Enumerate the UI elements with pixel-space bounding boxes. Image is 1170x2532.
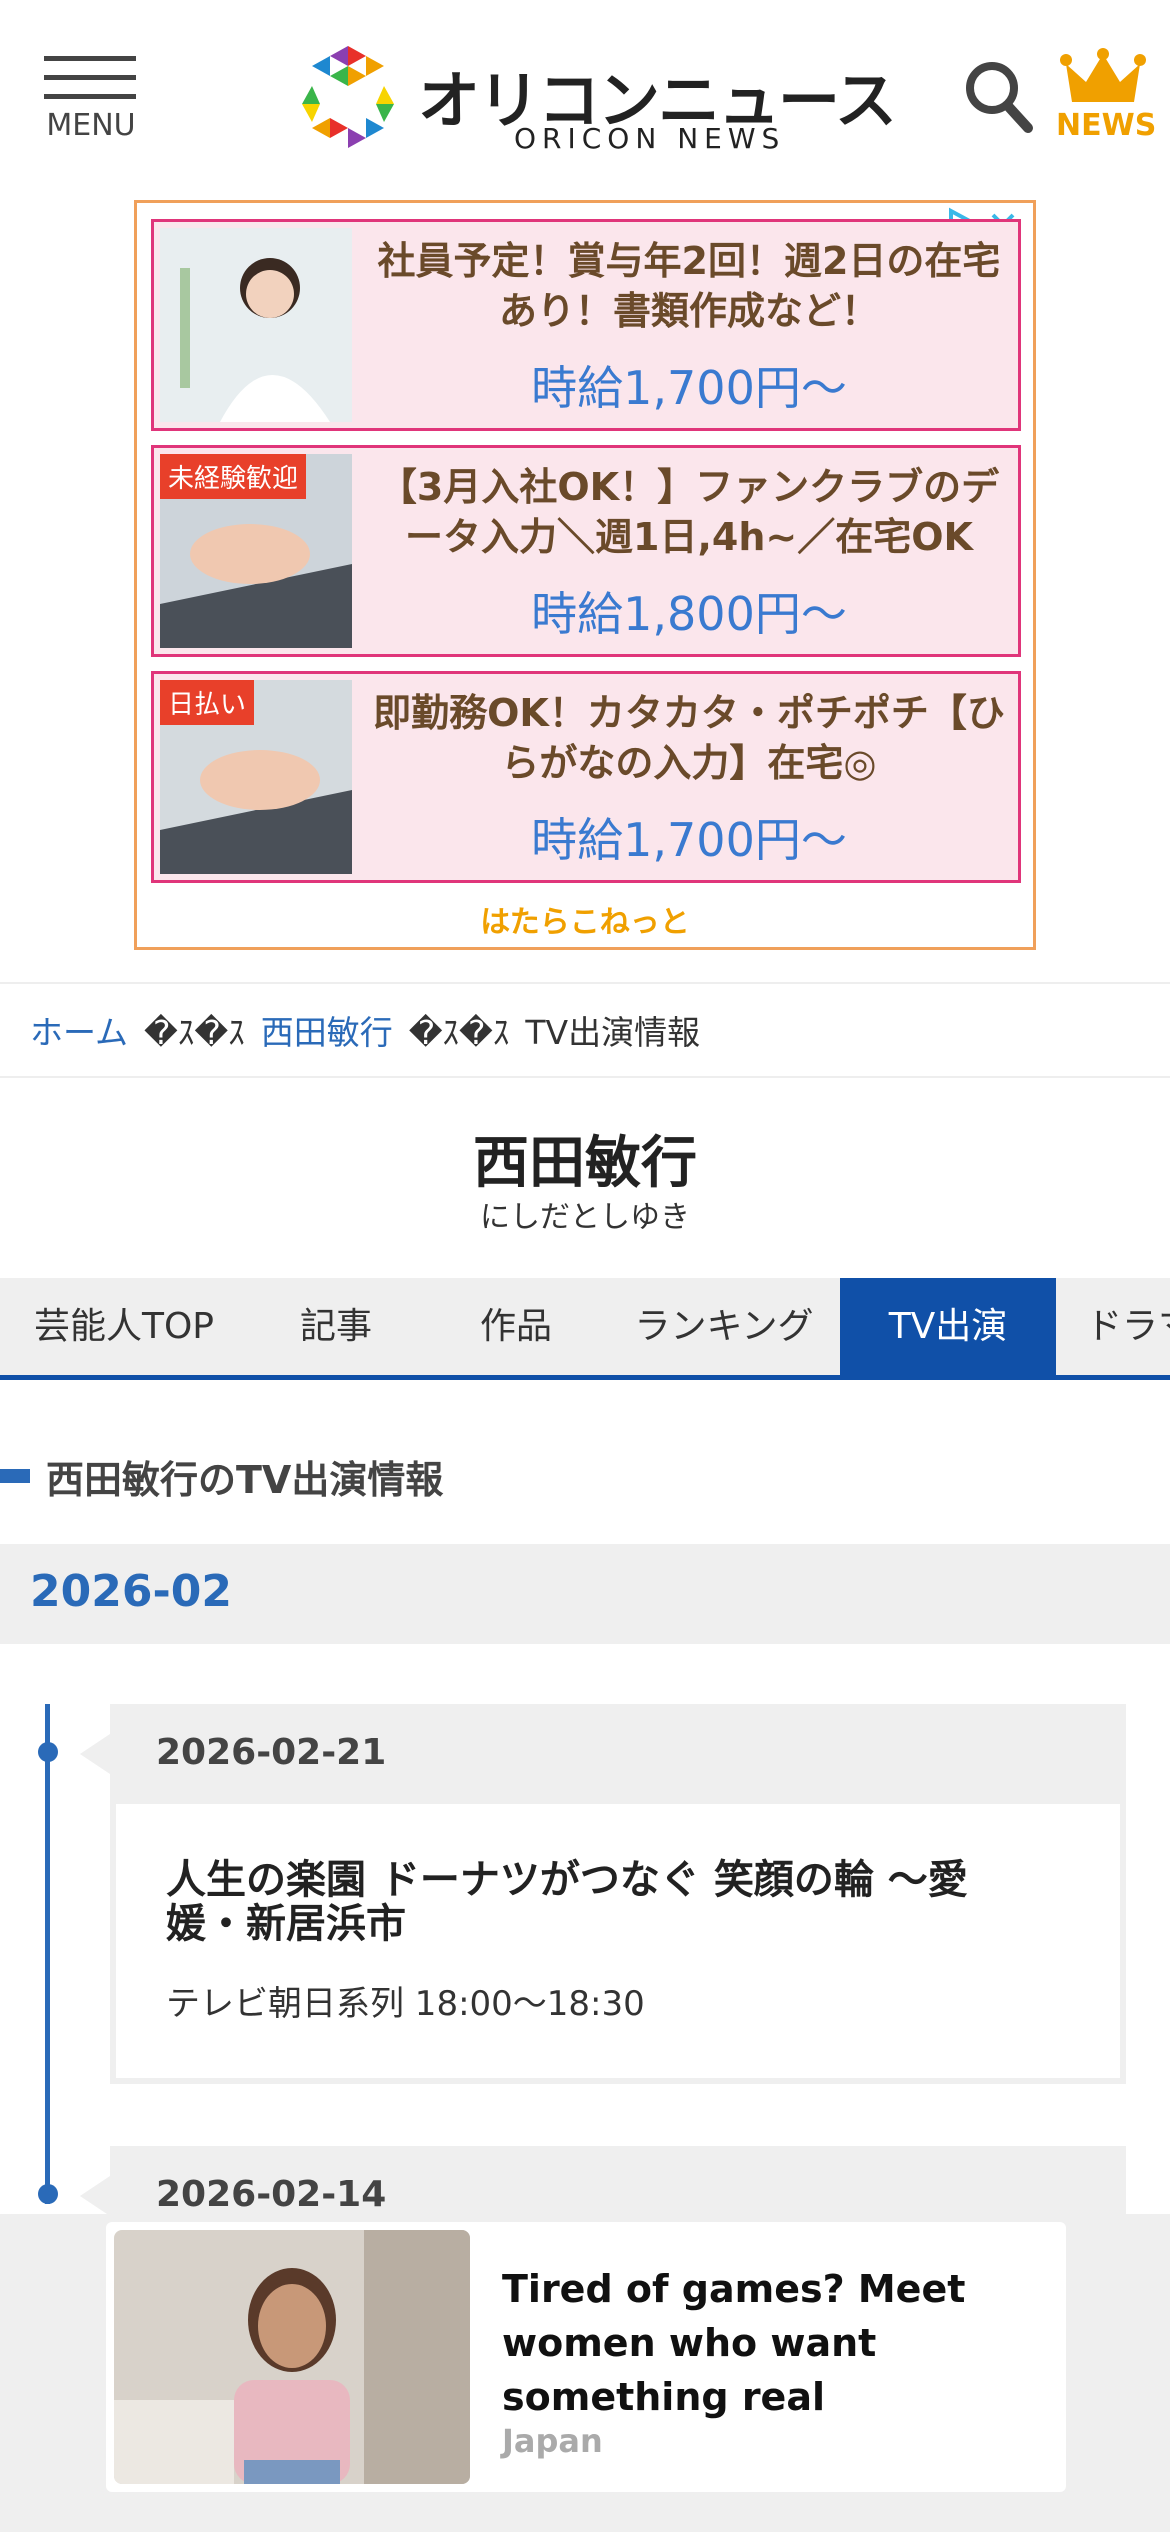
ad-price: 時給1,700円～ xyxy=(531,813,847,867)
month-label: 2026-02 xyxy=(30,1566,232,1617)
tab-drama[interactable]: ドラマ xyxy=(1056,1278,1170,1375)
timeline-dot xyxy=(38,2184,58,2204)
news-ranking-button[interactable]: NEWS xyxy=(1056,48,1157,144)
section-marker xyxy=(0,1469,30,1483)
ad-image: 日払い xyxy=(160,680,352,874)
entry-broadcast-info: テレビ朝日系列 18:00～18:30 xyxy=(166,1984,645,2024)
tab-top[interactable]: 芸能人TOP xyxy=(0,1278,248,1375)
breadcrumb-separator: �ｽ�ｽ xyxy=(408,1013,510,1052)
profile-tabs: 芸能人TOP 記事 作品 ランキング TV出演 ドラマ xyxy=(0,1278,1170,1380)
breadcrumb-person[interactable]: 西田敏行 xyxy=(261,1006,393,1054)
timeline-dot xyxy=(38,1742,58,1762)
ad-image xyxy=(160,228,352,422)
tv-entry-card[interactable]: 人生の楽園 ドーナツがつなぐ 笑顔の輪 ～愛媛・新居浜市 テレビ朝日系列 18:… xyxy=(110,1804,1126,2084)
tab-articles[interactable]: 記事 xyxy=(248,1278,424,1375)
search-button[interactable] xyxy=(962,56,1036,136)
hamburger-icon xyxy=(44,56,138,99)
entry-date: 2026-02-21 xyxy=(156,1732,387,1773)
page-title: 西田敏行 xyxy=(473,1131,697,1196)
menu-label: MENU xyxy=(46,108,136,143)
ad-item[interactable]: 日払い 即勤務OK！カタカタ・ポチポチ【ひらがなの入力】在宅◎ 時給1,700円… xyxy=(151,671,1021,883)
entry-date-header: 2026-02-21 xyxy=(80,1704,1126,1804)
ad-image: 未経験歓迎 xyxy=(160,454,352,648)
ad-text: 社員予定！賞与年2回！週2日の在宅あり！書類作成など！ xyxy=(377,239,1001,333)
page-subtitle-kana: にしだとしゆき xyxy=(480,1200,690,1235)
timeline-line xyxy=(45,1704,50,2204)
breadcrumb-current: TV出演情報 xyxy=(525,1013,701,1052)
sticky-ad-bar: Tired of games? Meet women who want some… xyxy=(0,2214,1170,2532)
ad-tag: 未経験歓迎 xyxy=(160,454,307,499)
breadcrumb: ホーム �ｽ�ｽ 西田敏行 �ｽ�ｽ TV出演情報 xyxy=(0,982,1170,1078)
sticky-ad-image xyxy=(114,2230,470,2484)
tab-ranking[interactable]: ランキング xyxy=(608,1278,840,1375)
month-header: 2026-02 xyxy=(0,1544,1170,1644)
ad-text: 即勤務OK！カタカタ・ポチポチ【ひらがなの入力】在宅◎ xyxy=(373,691,1005,785)
site-header: MENU オリコンニュース ORICON NEWS NEWS xyxy=(0,0,1170,185)
news-label: NEWS xyxy=(1056,108,1157,143)
sticky-ad-headline: Tired of games? Meet women who want some… xyxy=(502,2267,966,2419)
logo-text-en: ORICON NEWS xyxy=(514,122,786,155)
sticky-ad-source: Japan xyxy=(502,2422,603,2460)
menu-button[interactable]: MENU xyxy=(44,56,138,146)
ad-price: 時給1,700円～ xyxy=(531,361,847,415)
ad-item[interactable]: 未経験歓迎 【3月入社OK！】ファンクラブのデータ入力＼週1日,4h~／在宅OK… xyxy=(151,445,1021,657)
crown-icon xyxy=(1060,48,1146,102)
ad-banner[interactable]: 社員予定！賞与年2回！週2日の在宅あり！書類作成など！ 時給1,700円～ 未経… xyxy=(134,200,1036,950)
tab-works[interactable]: 作品 xyxy=(424,1278,608,1375)
ad-footer-logo: はたらこねっと xyxy=(480,905,690,940)
logo-mark-icon xyxy=(302,46,394,148)
ad-tag: 日払い xyxy=(160,680,255,725)
section-title: 西田敏行のTV出演情報 xyxy=(46,1457,444,1502)
oricon-news-logo[interactable]: オリコンニュース ORICON NEWS xyxy=(296,42,897,155)
breadcrumb-separator: �ｽ�ｽ xyxy=(144,1013,245,1052)
ad-item[interactable]: 社員予定！賞与年2回！週2日の在宅あり！書類作成など！ 時給1,700円～ xyxy=(151,219,1021,431)
section-heading: 西田敏行のTV出演情報 xyxy=(0,1448,443,1504)
search-icon xyxy=(966,62,1033,133)
entry-title[interactable]: 人生の楽園 ドーナツがつなぐ 笑顔の輪 ～愛媛・新居浜市 xyxy=(166,1858,1046,1946)
ad-price: 時給1,800円～ xyxy=(531,587,847,641)
sticky-ad-card[interactable]: Tired of games? Meet women who want some… xyxy=(106,2222,1066,2492)
ad-text: 【3月入社OK！】ファンクラブのデータ入力＼週1日,4h~／在宅OK xyxy=(378,465,1000,559)
breadcrumb-home[interactable]: ホーム xyxy=(30,1006,128,1054)
entry-date: 2026-02-14 xyxy=(156,2174,387,2215)
tab-tv[interactable]: TV出演 xyxy=(840,1278,1056,1375)
